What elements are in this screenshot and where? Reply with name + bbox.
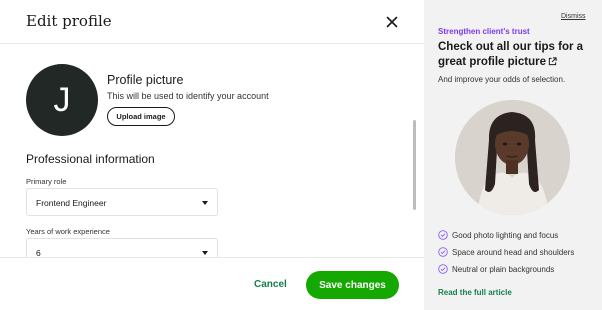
save-changes-button[interactable]: Save changes — [306, 271, 399, 299]
portrait-illustration — [455, 100, 570, 215]
check-circle-icon — [438, 247, 448, 257]
scrollbar[interactable] — [413, 120, 416, 210]
external-link-icon[interactable] — [548, 57, 557, 66]
professional-info-heading: Professional information — [26, 152, 155, 166]
tip-item: Neutral or plain backgrounds — [438, 264, 554, 274]
modal-footer: Cancel Save changes — [0, 257, 424, 310]
edit-profile-panel: Edit profile J Profile picture This will… — [0, 0, 424, 310]
example-profile-photo — [455, 100, 570, 215]
tips-title[interactable]: Check out all our tips for a great profi… — [438, 40, 598, 70]
read-full-article-link[interactable]: Read the full article — [438, 288, 512, 297]
tip-item: Good photo lighting and focus — [438, 230, 558, 240]
avatar: J — [26, 64, 98, 136]
modal-title: Edit profile — [26, 12, 112, 30]
primary-role-select[interactable]: Frontend Engineer — [26, 188, 218, 216]
tips-eyebrow: Strengthen client's trust — [438, 27, 530, 36]
check-circle-icon — [438, 264, 448, 274]
tip-item-label: Good photo lighting and focus — [452, 230, 559, 240]
tips-subtitle: And improve your odds of selection. — [438, 75, 566, 84]
tip-item-label: Space around head and shoulders — [452, 247, 575, 257]
check-circle-icon — [438, 230, 448, 240]
tip-item-label: Neutral or plain backgrounds — [452, 264, 555, 274]
primary-role-label: Primary role — [26, 177, 67, 186]
dismiss-link[interactable]: Dismiss — [561, 13, 586, 20]
primary-role-value: Frontend Engineer — [36, 198, 107, 208]
caret-down-icon — [202, 251, 208, 255]
close-icon[interactable] — [384, 14, 400, 30]
tip-item: Space around head and shoulders — [438, 247, 574, 257]
upload-image-button[interactable]: Upload image — [107, 107, 175, 126]
cancel-button[interactable]: Cancel — [254, 279, 287, 290]
profile-picture-description: This will be used to identify your accou… — [107, 91, 269, 101]
tips-title-text[interactable]: Check out all our tips for a great profi… — [438, 41, 583, 68]
caret-down-icon — [202, 201, 208, 205]
modal-header: Edit profile — [0, 0, 424, 44]
avatar-initial: J — [53, 80, 71, 119]
years-experience-label: Years of work experience — [26, 227, 110, 236]
profile-picture-title: Profile picture — [107, 73, 184, 87]
